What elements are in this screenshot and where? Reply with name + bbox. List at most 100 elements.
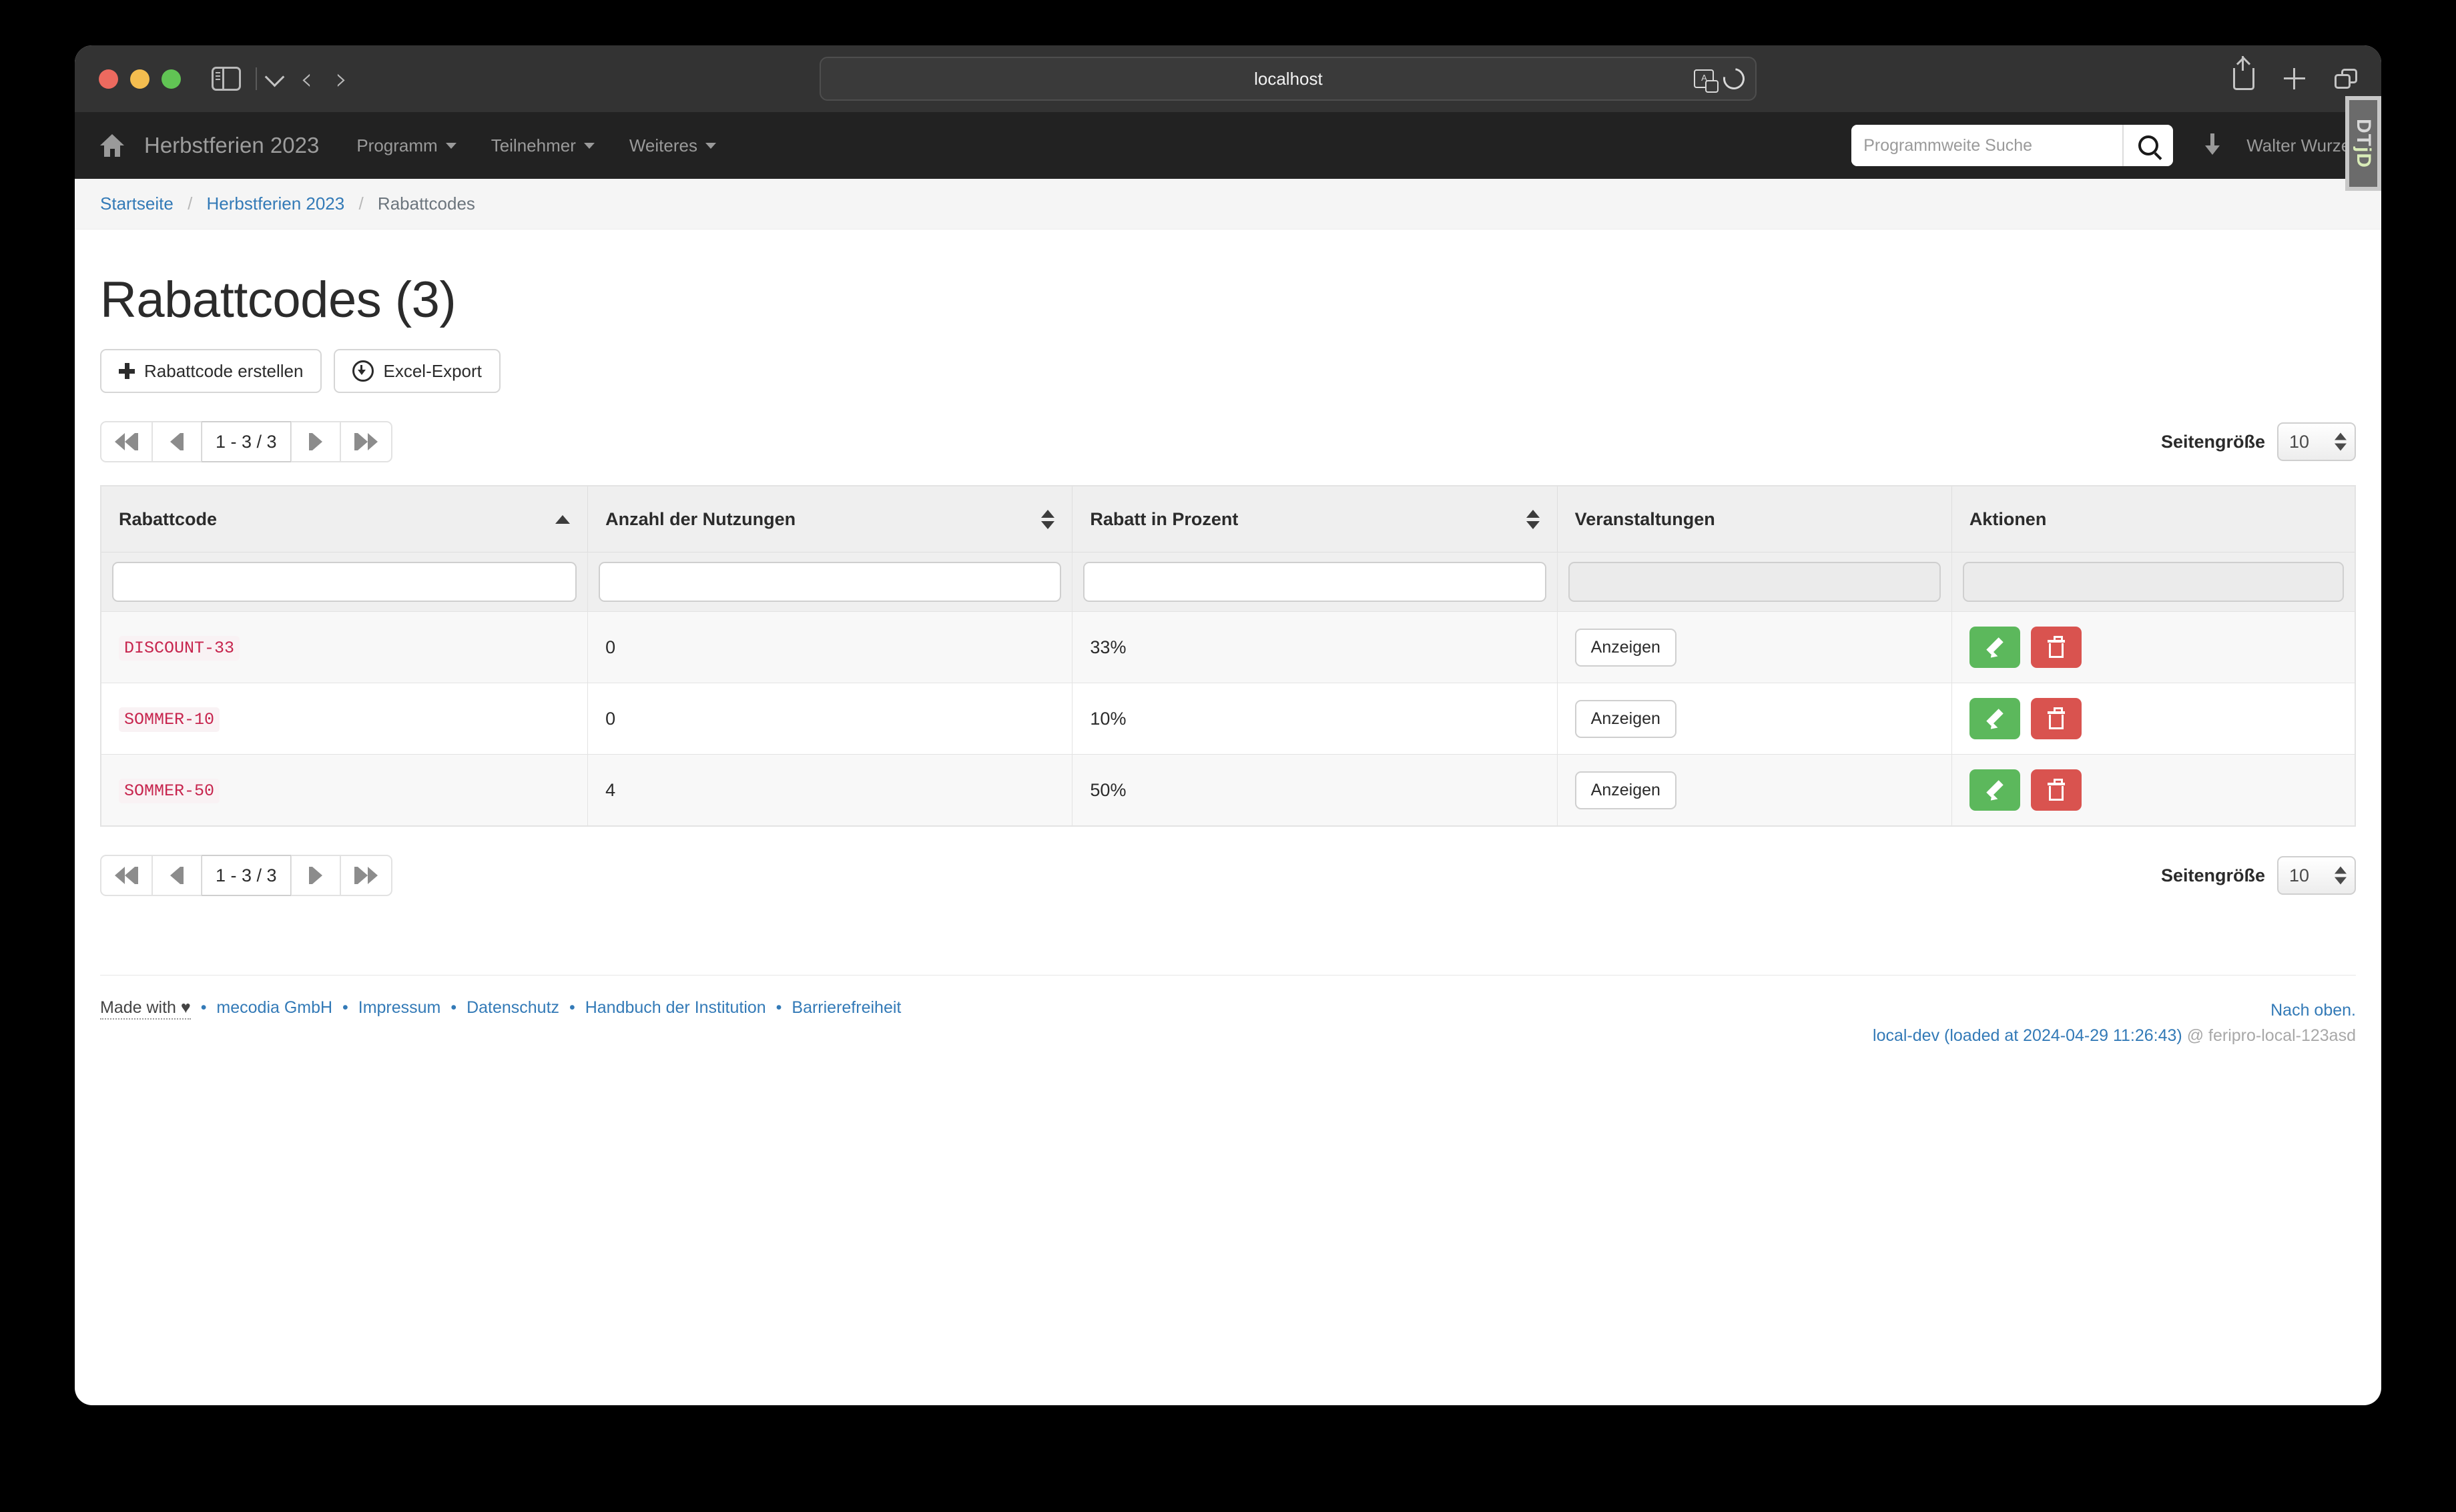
footer-link-datenschutz[interactable]: Datenschutz: [467, 998, 559, 1017]
create-discount-code-button[interactable]: Rabattcode erstellen: [100, 349, 322, 393]
first-page-button[interactable]: [100, 855, 152, 896]
column-header-rabattcode-label: Rabattcode: [119, 508, 218, 529]
show-events-button[interactable]: Anzeigen: [1574, 771, 1676, 809]
trash-icon: [2046, 707, 2066, 730]
delete-button[interactable]: [2030, 769, 2082, 811]
breadcrumb: Startseite / Herbstferien 2023 / Rabattc…: [75, 179, 2381, 230]
breadcrumb-separator: /: [188, 194, 193, 214]
toolbar-divider: [256, 67, 257, 90]
edit-button[interactable]: [1969, 698, 2020, 739]
forward-arrow-icon[interactable]: ›: [335, 63, 347, 94]
back-arrow-icon[interactable]: ‹: [300, 63, 312, 94]
build-info[interactable]: local-dev (loaded at 2024-04-29 11:26:43…: [1873, 1026, 2182, 1045]
column-header-anzahl-nutzungen[interactable]: Anzahl der Nutzungen: [587, 486, 1073, 552]
back-to-top-link[interactable]: Nach oben.: [2270, 1001, 2356, 1020]
show-events-button[interactable]: Anzeigen: [1574, 628, 1676, 667]
cell-aktionen: [1951, 683, 2356, 755]
search-icon: [2138, 135, 2159, 155]
nav-item-teilnehmer[interactable]: Teilnehmer: [491, 135, 595, 156]
edit-button[interactable]: [1969, 769, 2020, 811]
excel-export-button[interactable]: Excel-Export: [334, 349, 501, 393]
pagesize-select[interactable]: 10: [2277, 856, 2356, 895]
download-arrow-icon[interactable]: [2205, 133, 2220, 157]
footer-link-handbuch[interactable]: Handbuch der Institution: [585, 998, 766, 1017]
prev-page-button[interactable]: [152, 421, 202, 462]
trash-icon: [2046, 779, 2066, 801]
delete-button[interactable]: [2030, 627, 2082, 668]
chevron-down-icon[interactable]: [264, 67, 285, 87]
search-input[interactable]: [1851, 125, 2123, 166]
first-page-button[interactable]: [100, 421, 152, 462]
last-page-button[interactable]: [340, 855, 392, 896]
page-action-buttons: Rabattcode erstellen Excel-Export: [100, 349, 2356, 393]
edit-button[interactable]: [1969, 627, 2020, 668]
page-range-label[interactable]: 1 - 3 / 3: [202, 855, 291, 896]
breadcrumb-item-current: Rabattcodes: [377, 194, 475, 214]
home-icon[interactable]: [99, 134, 125, 157]
search-button[interactable]: [2122, 125, 2174, 166]
pagesize-value: 10: [2289, 865, 2310, 885]
last-page-icon: [354, 433, 378, 450]
footer-separator: •: [569, 998, 575, 1017]
footer-link-impressum[interactable]: Impressum: [358, 998, 441, 1017]
maximize-window-button[interactable]: [162, 69, 181, 89]
footer-link-mecodia[interactable]: mecodia GmbH: [216, 998, 332, 1017]
cell-rabattcode: SOMMER-10: [100, 683, 589, 755]
nav-item-programm[interactable]: Programm: [356, 135, 456, 156]
nav-item-weiteres[interactable]: Weiteres: [629, 135, 716, 156]
plus-icon[interactable]: [2284, 68, 2305, 89]
filter-input-aktionen: [1962, 562, 2344, 602]
next-page-button[interactable]: [290, 855, 340, 896]
cell-rabattcode: DISCOUNT-33: [100, 611, 589, 683]
browser-window: ‹ › localhost A Herbstferien 2023 Progra…: [75, 45, 2381, 1405]
nav-item-teilnehmer-label: Teilnehmer: [491, 135, 576, 155]
cell-anzahl-nutzungen: 0: [587, 683, 1073, 755]
user-menu[interactable]: Walter Wurzel: [2246, 135, 2355, 156]
url-bar-container: localhost A: [370, 57, 2206, 101]
nav-item-programm-label: Programm: [356, 135, 438, 155]
translate-icon[interactable]: A: [1694, 69, 1719, 93]
filter-cell-anzahl-nutzungen: [587, 552, 1073, 612]
brand-title[interactable]: Herbstferien 2023: [144, 133, 319, 158]
footer-link-barrierefreiheit[interactable]: Barrierefreiheit: [792, 998, 901, 1017]
discount-code-value: DISCOUNT-33: [119, 636, 240, 661]
filter-input-rabattcode[interactable]: [112, 562, 577, 602]
pagesize-value: 10: [2289, 431, 2310, 452]
close-window-button[interactable]: [99, 69, 118, 89]
filter-input-rabatt-prozent[interactable]: [1083, 562, 1546, 602]
filter-input-anzahl-nutzungen[interactable]: [599, 562, 1062, 602]
cell-rabatt-prozent: 33%: [1072, 611, 1558, 683]
page-title: Rabattcodes (3): [100, 272, 456, 328]
pagesize-select[interactable]: 10: [2277, 422, 2356, 461]
column-header-aktionen: Aktionen: [1951, 486, 2356, 552]
next-page-button[interactable]: [290, 421, 340, 462]
column-header-rabattcode[interactable]: Rabattcode: [100, 486, 589, 552]
show-events-button[interactable]: Anzeigen: [1574, 699, 1676, 738]
cell-veranstaltungen: Anzeigen: [1556, 611, 1952, 683]
download-circle-icon: [352, 360, 374, 382]
reload-icon[interactable]: [1719, 63, 1749, 94]
pagination-top: 1 - 3 / 3 Seitengröße 10: [100, 421, 2356, 462]
create-discount-code-label: Rabattcode erstellen: [144, 360, 304, 381]
tabs-icon[interactable]: [2335, 69, 2357, 89]
page-range-label[interactable]: 1 - 3 / 3: [202, 421, 291, 462]
discount-code-value: SOMMER-50: [119, 779, 220, 803]
pagesize-label: Seitengröße: [2160, 431, 2265, 452]
minimize-window-button[interactable]: [130, 69, 149, 89]
chevron-down-icon: [445, 142, 456, 149]
breadcrumb-item-herbstferien[interactable]: Herbstferien 2023: [207, 194, 345, 214]
prev-page-button[interactable]: [152, 855, 202, 896]
breadcrumb-item-startseite[interactable]: Startseite: [100, 194, 174, 214]
delete-button[interactable]: [2030, 698, 2082, 739]
table-header-row: Rabattcode Anzahl der Nutzungen Rabatt i…: [100, 486, 2356, 552]
nav-item-weiteres-label: Weiteres: [629, 135, 697, 155]
page-footer: Made with ♥ • mecodia GmbH • Impressum •…: [100, 975, 2356, 1048]
prev-page-icon: [170, 867, 184, 884]
url-bar[interactable]: localhost A: [820, 57, 1757, 101]
last-page-button[interactable]: [340, 421, 392, 462]
column-header-rabatt-prozent-label: Rabatt in Prozent: [1090, 508, 1239, 529]
share-icon[interactable]: [2233, 55, 2254, 90]
django-debug-toolbar-tab[interactable]: DTjD: [2345, 96, 2381, 191]
column-header-rabatt-prozent[interactable]: Rabatt in Prozent: [1072, 486, 1558, 552]
sidebar-icon[interactable]: [212, 67, 241, 91]
